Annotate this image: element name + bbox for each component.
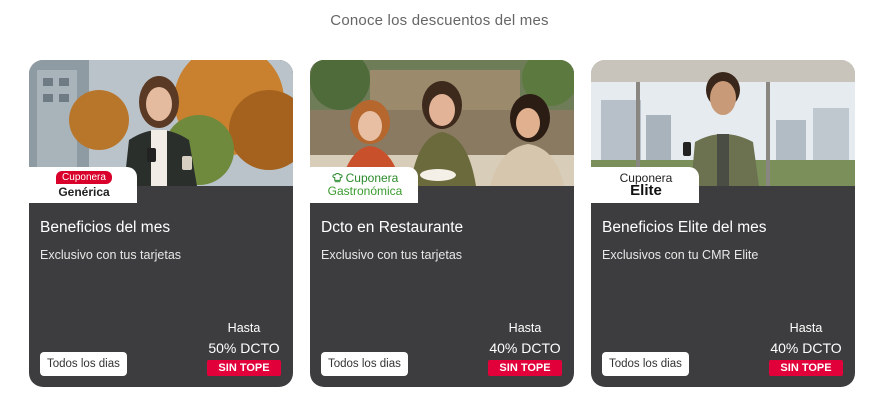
discount-value: 40% DCTO <box>770 340 842 356</box>
all-days-chip[interactable]: Todos los dias <box>602 352 689 376</box>
card-subtitle: Exclusivos con tu CMR Elite <box>602 248 759 262</box>
badge-type-label: Elite <box>630 182 662 199</box>
badge-type-label: Genérica <box>58 185 110 199</box>
no-cap-tag: SIN TOPE <box>769 360 843 376</box>
coupon-card-gastronomica[interactable]: Cuponera Gastronómica Dcto en Restaurant… <box>310 60 574 387</box>
card-title: Dcto en Restaurante <box>321 219 464 236</box>
all-days-chip[interactable]: Todos los dias <box>40 352 127 376</box>
all-days-chip[interactable]: Todos los dias <box>321 352 408 376</box>
discount-value: 50% DCTO <box>208 340 280 356</box>
card-subtitle: Exclusivo con tus tarjetas <box>321 248 463 262</box>
discount-info: Hasta 50% DCTO SIN TOPE <box>206 321 282 376</box>
no-cap-tag: SIN TOPE <box>488 360 562 376</box>
badge-cuponera-label: Cuponera <box>56 171 112 184</box>
no-cap-tag: SIN TOPE <box>207 360 281 376</box>
badge-type-label: Gastronómica <box>327 184 403 198</box>
badge-cuponera-label: Cuponera <box>345 171 399 185</box>
card-subtitle: Exclusivo con tus tarjetas <box>40 248 182 262</box>
card-title: Beneficios Elite del mes <box>602 219 767 236</box>
discount-info: Hasta 40% DCTO SIN TOPE <box>768 321 844 376</box>
coupon-card-elite[interactable]: Cuponera Elite Beneficios Elite del mes … <box>591 60 855 387</box>
cuponera-generica-badge: Cuponera Genérica <box>29 167 137 203</box>
discount-value: 40% DCTO <box>489 340 561 356</box>
chef-hat-icon <box>332 172 343 182</box>
cuponera-elite-badge: Cuponera Elite <box>591 167 699 203</box>
discount-info: Hasta 40% DCTO SIN TOPE <box>487 321 563 376</box>
discount-upto-label: Hasta <box>508 321 542 335</box>
discount-upto-label: Hasta <box>227 321 261 335</box>
discount-upto-label: Hasta <box>789 321 823 335</box>
coupon-card-generica[interactable]: Cuponera Genérica Beneficios del mes Exc… <box>29 60 293 387</box>
section-title: Conoce los descuentos del mes <box>330 12 549 29</box>
card-title: Beneficios del mes <box>40 219 171 236</box>
cuponera-gastronomica-badge: Cuponera Gastronómica <box>310 167 418 203</box>
